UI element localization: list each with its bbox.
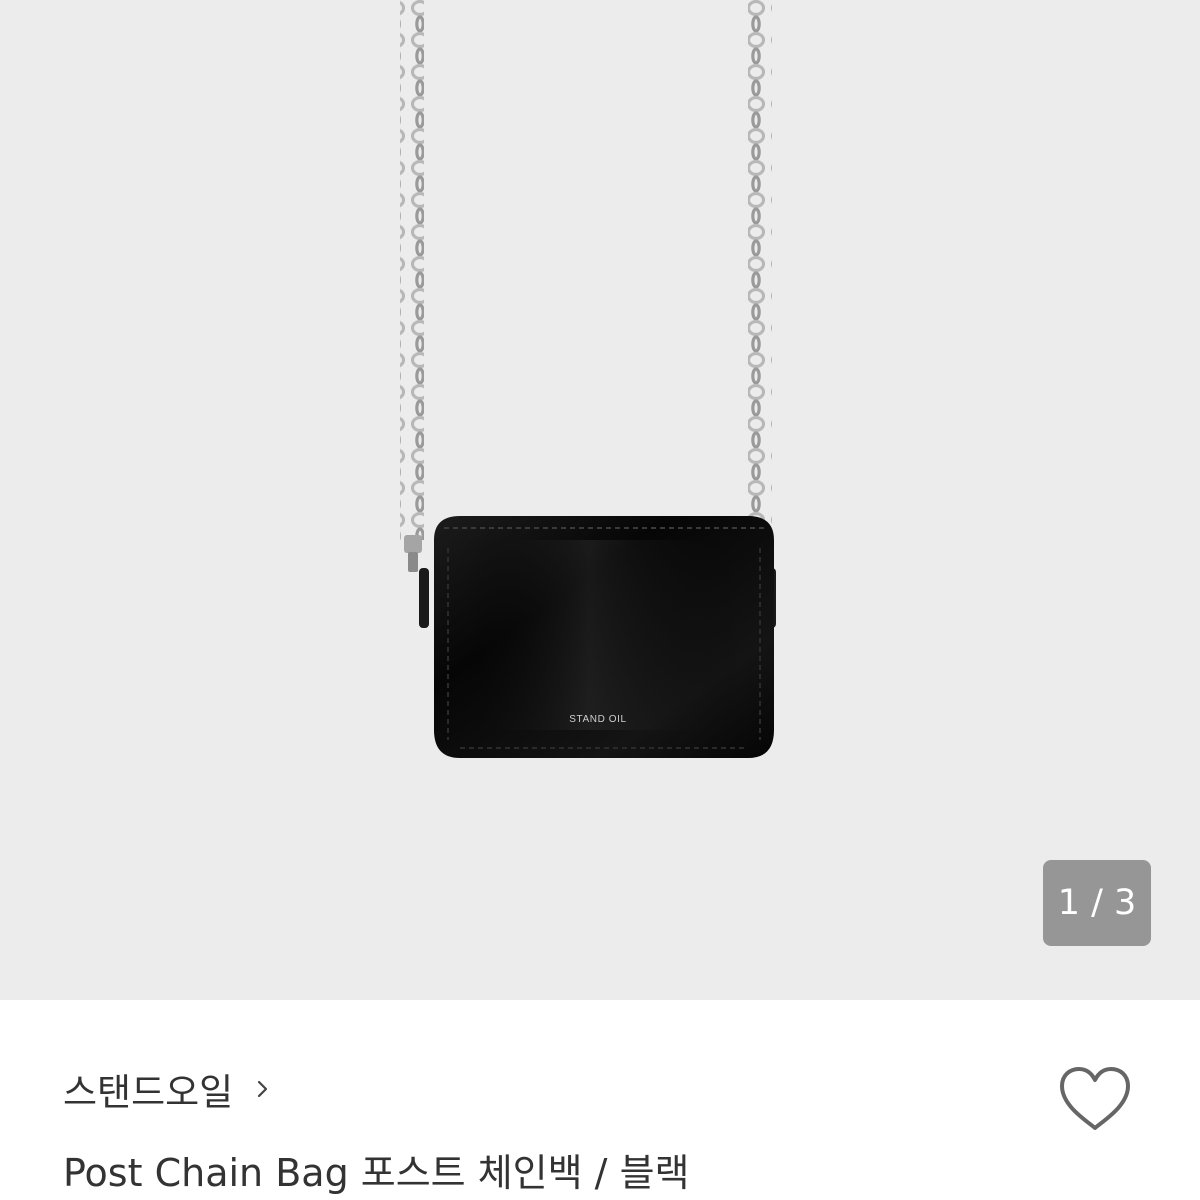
bag-logo: STAND OIL xyxy=(569,714,626,725)
left-clasp xyxy=(404,535,429,628)
chevron-right-icon xyxy=(258,1080,268,1098)
brand-name: 스탠드오일 xyxy=(63,1071,234,1114)
heart-outline-icon[interactable] xyxy=(1056,1064,1134,1134)
image-counter-text: 1 / 3 xyxy=(1057,883,1137,923)
brand-link[interactable]: 스탠드오일 xyxy=(63,1062,271,1116)
image-counter-badge: 1 / 3 xyxy=(1043,860,1151,946)
product-title: Post Chain Bag 포스트 체인백 / 블랙 xyxy=(63,1151,690,1195)
product-image: STAND OIL xyxy=(400,0,776,758)
bag-body: STAND OIL xyxy=(434,516,774,758)
product-image-gallery[interactable]: STAND OIL 1 / 3 xyxy=(0,0,1200,1000)
left-chain xyxy=(400,0,424,540)
right-chain xyxy=(748,0,772,540)
